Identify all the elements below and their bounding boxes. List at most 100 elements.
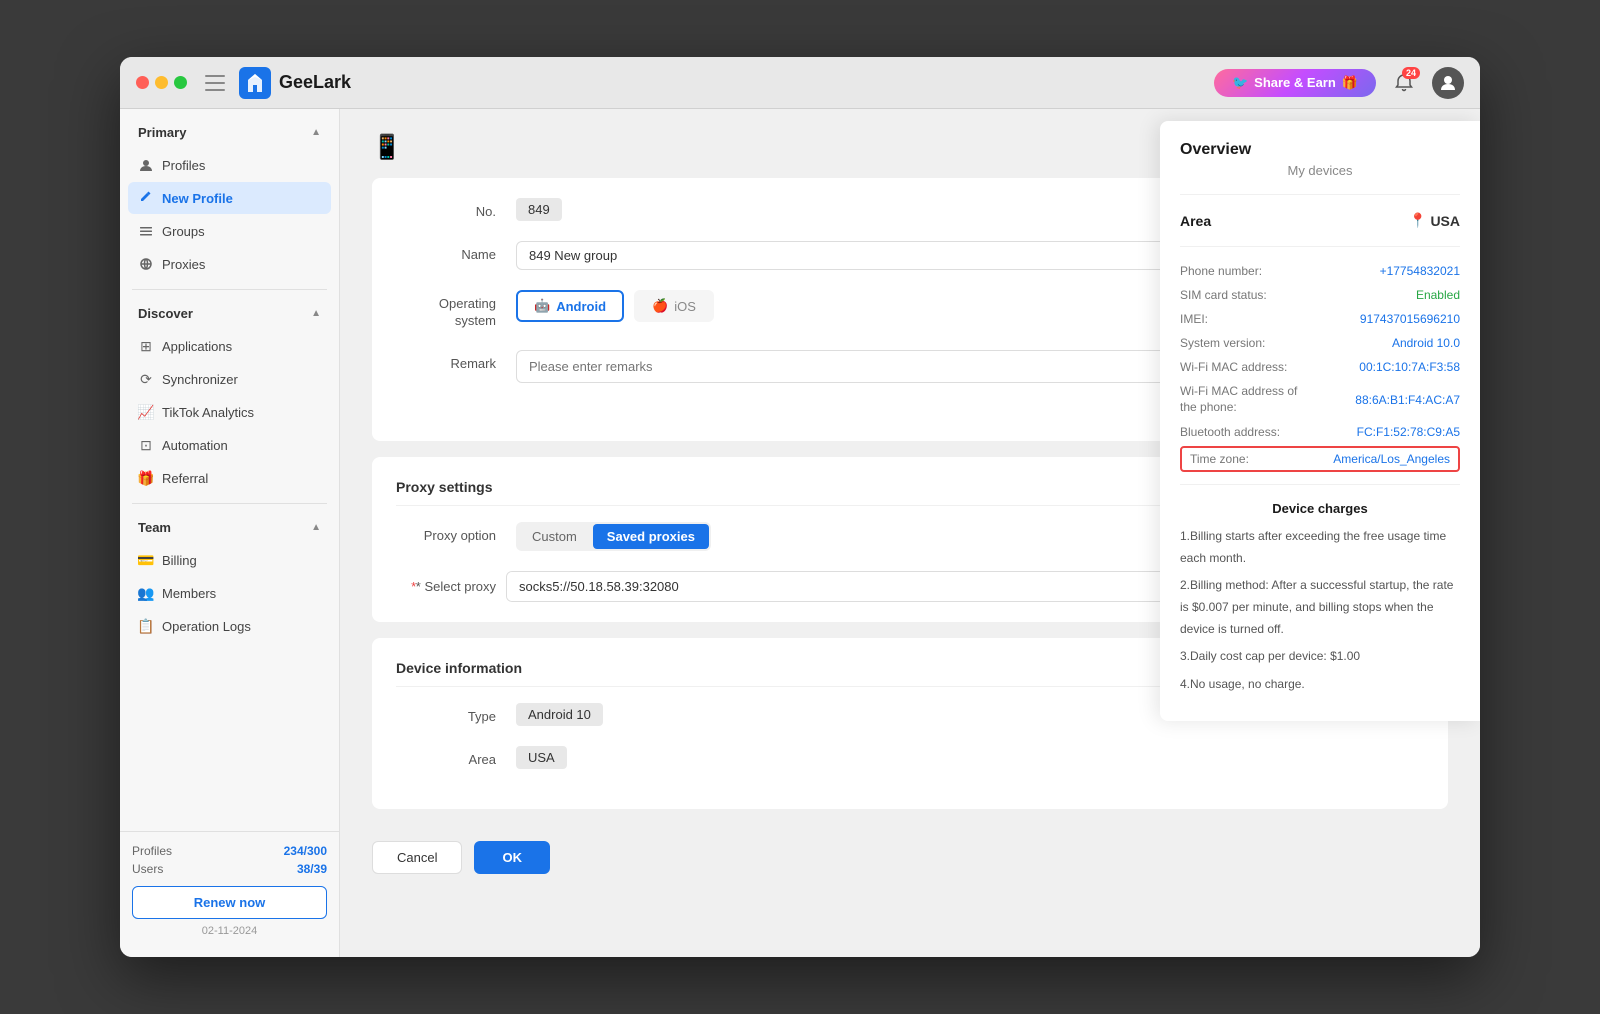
- renew-button[interactable]: Renew now: [132, 886, 327, 919]
- logo-area: GeeLark: [239, 67, 1204, 99]
- applications-icon: ⊞: [138, 338, 154, 354]
- app-logo-icon: [239, 67, 271, 99]
- sidebar-primary-section: Primary ▲ Profiles: [120, 117, 339, 281]
- team-chevron-icon: ▲: [311, 522, 321, 533]
- overview-row-5: Wi-Fi MAC address of the phone: 88:6A:B1…: [1180, 379, 1460, 420]
- sidebar-footer: Profiles 234/300 Users 38/39 Renew now 0…: [120, 831, 339, 949]
- tiktok-analytics-icon: 📈: [138, 404, 154, 420]
- titlebar: GeeLark 🐦 Share & Earn 🎁 24: [120, 57, 1480, 109]
- sidebar-primary-header[interactable]: Primary ▲: [128, 117, 331, 148]
- overview-area-value: 📍 USA: [1409, 212, 1460, 229]
- ios-os-button[interactable]: 🍎 iOS: [634, 290, 714, 322]
- charge-item-0: 1.Billing starts after exceeding the fre…: [1180, 526, 1460, 569]
- proxy-options-group: Custom Saved proxies: [516, 522, 711, 551]
- overview-row-4: Wi-Fi MAC address: 00:1C:10:7A:F3:58: [1180, 355, 1460, 379]
- referral-icon: 🎁: [138, 470, 154, 486]
- sidebar-item-billing[interactable]: 💳 Billing: [128, 544, 331, 576]
- proxy-input[interactable]: [507, 572, 1248, 601]
- overview-rows: Phone number: +17754832021 SIM card stat…: [1180, 259, 1460, 444]
- select-proxy-label: * * Select proxy: [396, 579, 496, 594]
- android-os-button[interactable]: 🤖 Android: [516, 290, 624, 322]
- timezone-row: Time zone: America/Los_Angeles: [1180, 446, 1460, 472]
- device-icon: 📱: [372, 133, 402, 162]
- ok-button[interactable]: OK: [474, 841, 550, 874]
- maximize-button[interactable]: [174, 76, 187, 89]
- form-footer: Cancel OK: [372, 825, 1448, 874]
- operation-logs-icon: 📋: [138, 618, 154, 634]
- sidebar: Primary ▲ Profiles: [120, 109, 340, 957]
- user-avatar[interactable]: [1432, 67, 1464, 99]
- sidebar-item-new-profile[interactable]: New Profile: [128, 182, 331, 214]
- sidebar-discover-header[interactable]: Discover ▲: [128, 298, 331, 329]
- profiles-stat-value: 234/300: [284, 844, 327, 858]
- sidebar-team-section: Team ▲ 💳 Billing 👥 Members 📋 Operation L…: [120, 512, 339, 643]
- type-badge: Android 10: [516, 703, 603, 726]
- sidebar-item-automation[interactable]: ⊡ Automation: [128, 429, 331, 461]
- overview-panel: Overview My devices Area 📍 USA Phone num…: [1160, 121, 1480, 721]
- main-layout: Primary ▲ Profiles: [120, 109, 1480, 957]
- overview-row-2: IMEI: 917437015696210: [1180, 307, 1460, 331]
- sidebar-item-profiles[interactable]: Profiles: [128, 149, 331, 181]
- app-name: GeeLark: [279, 72, 351, 93]
- members-icon: 👥: [138, 585, 154, 601]
- proxies-icon: [138, 256, 154, 272]
- sidebar-stats: Profiles 234/300 Users 38/39: [132, 844, 327, 876]
- groups-icon: [138, 223, 154, 239]
- location-icon: 📍: [1409, 212, 1426, 229]
- saved-proxies-button[interactable]: Saved proxies: [593, 524, 709, 549]
- area-field-value: USA: [516, 746, 1424, 769]
- charge-item-2: 3.Daily cost cap per device: $1.00: [1180, 646, 1460, 668]
- discover-chevron-icon: ▲: [311, 308, 321, 319]
- no-badge: 849: [516, 198, 562, 221]
- share-earn-button[interactable]: 🐦 Share & Earn 🎁: [1214, 69, 1376, 97]
- close-button[interactable]: [136, 76, 149, 89]
- notification-badge: 24: [1402, 67, 1420, 79]
- overview-row-3: System version: Android 10.0: [1180, 331, 1460, 355]
- apple-icon: 🍎: [652, 298, 668, 314]
- billing-icon: 💳: [138, 552, 154, 568]
- overview-area-row: Area 📍 USA: [1180, 207, 1460, 234]
- sidebar-toggle-button[interactable]: [205, 75, 225, 91]
- sidebar-item-applications[interactable]: ⊞ Applications: [128, 330, 331, 362]
- charge-item-3: 4.No usage, no charge.: [1180, 674, 1460, 696]
- charge-item-1: 2.Billing method: After a successful sta…: [1180, 575, 1460, 640]
- area-badge: USA: [516, 746, 567, 769]
- sidebar-item-synchronizer[interactable]: ⟳ Synchronizer: [128, 363, 331, 395]
- sidebar-team-header[interactable]: Team ▲: [128, 512, 331, 543]
- sidebar-item-members[interactable]: 👥 Members: [128, 577, 331, 609]
- sidebar-item-referral[interactable]: 🎁 Referral: [128, 462, 331, 494]
- sidebar-discover-section: Discover ▲ ⊞ Applications ⟳ Synchronizer…: [120, 298, 339, 495]
- overview-row-6: Bluetooth address: FC:F1:52:78:C9:A5: [1180, 420, 1460, 444]
- chevron-up-icon: ▲: [311, 127, 321, 138]
- content-area: 📱 No. 849 Name 13 / 100: [340, 109, 1480, 957]
- users-stat-value: 38/39: [297, 862, 327, 876]
- charges-text: 1.Billing starts after exceeding the fre…: [1180, 526, 1460, 695]
- overview-row-1: SIM card status: Enabled: [1180, 283, 1460, 307]
- sidebar-item-groups[interactable]: Groups: [128, 215, 331, 247]
- device-charges-section: Device charges 1.Billing starts after ex…: [1180, 501, 1460, 695]
- overview-divider-3: [1180, 484, 1460, 485]
- overview-divider-1: [1180, 194, 1460, 195]
- profiles-icon: [138, 157, 154, 173]
- traffic-lights: [136, 76, 187, 89]
- sidebar-item-operation-logs[interactable]: 📋 Operation Logs: [128, 610, 331, 642]
- sidebar-separator-2: [132, 503, 327, 504]
- sidebar-separator-1: [132, 289, 327, 290]
- overview-row-0: Phone number: +17754832021: [1180, 259, 1460, 283]
- sidebar-item-tiktok-analytics[interactable]: 📈 TikTok Analytics: [128, 396, 331, 428]
- area-field-row: Area USA: [396, 746, 1424, 769]
- minimize-button[interactable]: [155, 76, 168, 89]
- date-display: 02-11-2024: [132, 925, 327, 937]
- users-stat: Users 38/39: [132, 862, 327, 876]
- cancel-button[interactable]: Cancel: [372, 841, 462, 874]
- titlebar-right: 🐦 Share & Earn 🎁 24: [1214, 67, 1464, 99]
- android-icon: 🤖: [534, 298, 550, 314]
- sidebar-item-proxies[interactable]: Proxies: [128, 248, 331, 280]
- notification-button[interactable]: 24: [1388, 67, 1420, 99]
- new-profile-icon: [138, 190, 154, 206]
- profiles-stat: Profiles 234/300: [132, 844, 327, 858]
- overview-divider-2: [1180, 246, 1460, 247]
- custom-proxy-button[interactable]: Custom: [518, 524, 591, 549]
- automation-icon: ⊡: [138, 437, 154, 453]
- synchronizer-icon: ⟳: [138, 371, 154, 387]
